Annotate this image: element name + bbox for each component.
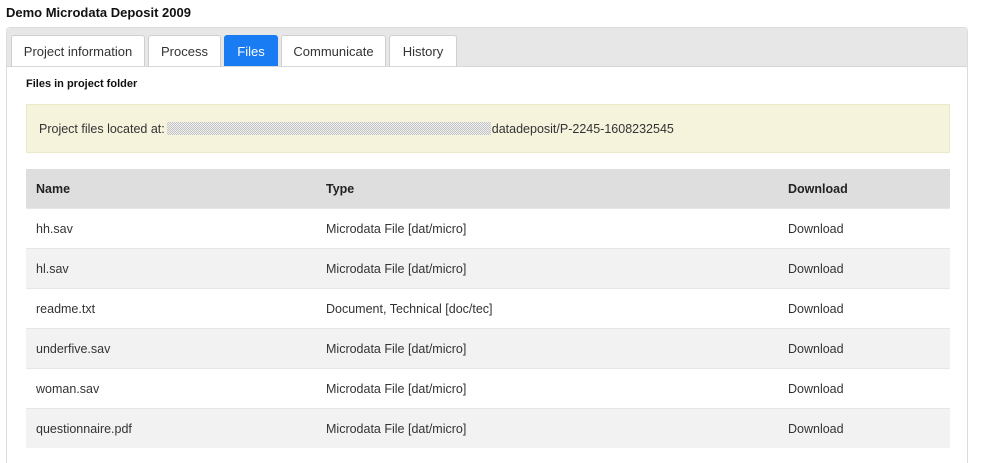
- redacted-path-segment: [166, 122, 491, 135]
- table-row: hh.sav Microdata File [dat/micro] Downlo…: [26, 208, 950, 249]
- file-type: Microdata File [dat/micro]: [316, 368, 778, 409]
- table-row: woman.sav Microdata File [dat/micro] Dow…: [26, 368, 950, 409]
- section-title: Files in project folder: [26, 78, 138, 90]
- file-name: underfive.sav: [26, 328, 316, 369]
- location-prefix: Project files located at:: [39, 121, 165, 136]
- location-path: datadeposit/P-2245-1608232545: [491, 121, 674, 136]
- table-row: underfive.sav Microdata File [dat/micro]…: [26, 328, 950, 369]
- file-name: questionnaire.pdf: [26, 408, 316, 448]
- tab-files[interactable]: Files: [224, 35, 278, 66]
- table-row: hl.sav Microdata File [dat/micro] Downlo…: [26, 248, 950, 289]
- download-link[interactable]: Download: [788, 262, 844, 276]
- project-panel: Project information Process Files Commun…: [6, 27, 968, 463]
- tab-bar: Project information Process Files Commun…: [7, 28, 967, 67]
- file-name: hh.sav: [26, 208, 316, 249]
- file-type: Microdata File [dat/micro]: [316, 408, 778, 448]
- column-header-download: Download: [778, 169, 950, 209]
- table-header-row: Name Type Download: [26, 169, 950, 209]
- file-type: Microdata File [dat/micro]: [316, 248, 778, 289]
- file-type: Document, Technical [doc/tec]: [316, 288, 778, 329]
- tab-communicate[interactable]: Communicate: [281, 35, 386, 66]
- tab-process[interactable]: Process: [148, 35, 221, 66]
- project-location-box: Project files located at: datadeposit/P-…: [26, 104, 950, 153]
- file-type: Microdata File [dat/micro]: [316, 328, 778, 369]
- download-link[interactable]: Download: [788, 342, 844, 356]
- download-link[interactable]: Download: [788, 222, 844, 236]
- table-row: questionnaire.pdf Microdata File [dat/mi…: [26, 408, 950, 448]
- download-link[interactable]: Download: [788, 382, 844, 396]
- column-header-name: Name: [26, 169, 316, 209]
- download-link[interactable]: Download: [788, 422, 844, 436]
- tab-history[interactable]: History: [389, 35, 457, 66]
- files-table: Name Type Download hh.sav Microdata File…: [26, 169, 950, 448]
- file-name: readme.txt: [26, 288, 316, 329]
- table-row: readme.txt Document, Technical [doc/tec]…: [26, 288, 950, 329]
- column-header-type: Type: [316, 169, 778, 209]
- page-title: Demo Microdata Deposit 2009: [6, 5, 191, 20]
- download-link[interactable]: Download: [788, 302, 844, 316]
- file-name: woman.sav: [26, 368, 316, 409]
- tab-project-information[interactable]: Project information: [11, 35, 145, 66]
- file-type: Microdata File [dat/micro]: [316, 208, 778, 249]
- file-name: hl.sav: [26, 248, 316, 289]
